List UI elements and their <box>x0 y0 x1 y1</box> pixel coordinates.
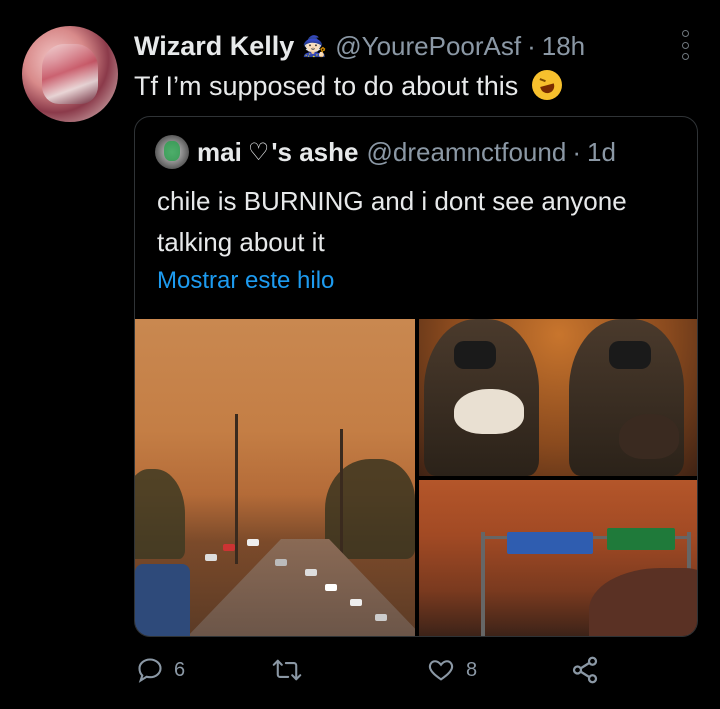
tweet-header: Wizard Kelly 🧙🏻 @YourePoorAsf · 18h <box>134 28 585 64</box>
reply-action[interactable]: 6 <box>136 650 185 690</box>
meta-separator: · <box>527 30 536 61</box>
quoted-tweet-header: mai ♡ 's ashe @dreamnctfound · 1d <box>155 135 616 169</box>
like-action[interactable]: 8 <box>426 650 477 690</box>
quoted-author-name-suffix[interactable]: 's ashe <box>271 137 358 168</box>
heart-emoji-icon: ♡ <box>247 138 270 166</box>
media-photo-traffic[interactable] <box>135 319 415 636</box>
quoted-tweet-text: chile is BURNING and i dont see anyone t… <box>157 186 627 257</box>
tweet-text-body: Tf I’m supposed to do about this <box>134 71 519 101</box>
share-action[interactable] <box>570 650 610 690</box>
wizard-emoji-icon: 🧙🏻 <box>302 35 328 58</box>
tweet-actions: 6 8 <box>134 650 704 690</box>
road-sign-right <box>607 528 675 550</box>
quoted-author-avatar[interactable] <box>155 135 189 169</box>
quoted-tweet-time[interactable]: 1d <box>587 137 616 168</box>
tweet-text: Tf I’m supposed to do about this <box>134 70 562 102</box>
retweet-icon <box>272 659 302 681</box>
quoted-tweet[interactable]: mai ♡ 's ashe @dreamnctfound · 1d chile … <box>134 116 698 637</box>
like-count: 8 <box>466 658 478 681</box>
author-handle[interactable]: @YourePoorAsf <box>335 31 521 62</box>
more-options-icon[interactable] <box>676 30 694 60</box>
author-name[interactable]: Wizard Kelly <box>134 31 294 62</box>
quoted-author-name[interactable]: mai <box>197 137 242 168</box>
media-grid <box>135 319 697 636</box>
quoted-meta-separator: · <box>572 136 581 167</box>
media-photo-firefighters-dogs[interactable] <box>419 319 697 476</box>
laughing-emoji-icon <box>531 70 562 100</box>
reply-count: 6 <box>174 658 186 681</box>
show-thread-link[interactable]: Mostrar este hilo <box>157 267 334 295</box>
tweet-time[interactable]: 18h <box>542 31 585 62</box>
share-icon <box>572 656 598 684</box>
reply-icon <box>138 658 162 683</box>
retweet-action[interactable] <box>272 650 312 690</box>
media-photo-highway-smoke[interactable] <box>419 480 697 636</box>
author-avatar[interactable] <box>22 26 118 122</box>
road-sign-left <box>507 532 593 554</box>
heart-icon <box>428 660 454 681</box>
quoted-author-handle[interactable]: @dreamnctfound <box>366 137 566 168</box>
